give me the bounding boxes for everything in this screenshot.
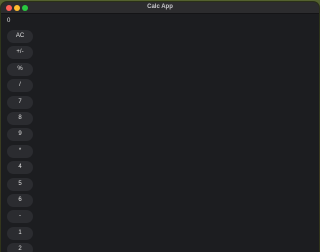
- key-ac-button[interactable]: AC: [7, 30, 33, 43]
- calculator-display: 0: [7, 18, 11, 24]
- key-multiply-button[interactable]: *: [7, 144, 33, 158]
- calculator-window: Calc App 0 AC +/- % / 7 8 9 * 4 5 6 - 1 …: [1, 2, 319, 252]
- key-7-button[interactable]: 7: [7, 95, 33, 109]
- key-2-button[interactable]: 2: [7, 243, 33, 252]
- key-plus-minus-button[interactable]: +/-: [7, 46, 33, 60]
- title-bar[interactable]: Calc App: [1, 2, 319, 14]
- key-5-button[interactable]: 5: [7, 177, 33, 191]
- key-8-button[interactable]: 8: [7, 111, 33, 125]
- key-percent-button[interactable]: %: [7, 62, 33, 76]
- key-1-button[interactable]: 1: [7, 226, 33, 240]
- key-minus-button[interactable]: -: [7, 210, 33, 224]
- key-9-button[interactable]: 9: [7, 128, 33, 142]
- key-6-button[interactable]: 6: [7, 193, 33, 207]
- key-4-button[interactable]: 4: [7, 161, 33, 175]
- key-divide-button[interactable]: /: [7, 79, 33, 93]
- window-title: Calc App: [147, 4, 173, 10]
- keypad: AC +/- % / 7 8 9 * 4 5 6 - 1 2: [7, 30, 33, 252]
